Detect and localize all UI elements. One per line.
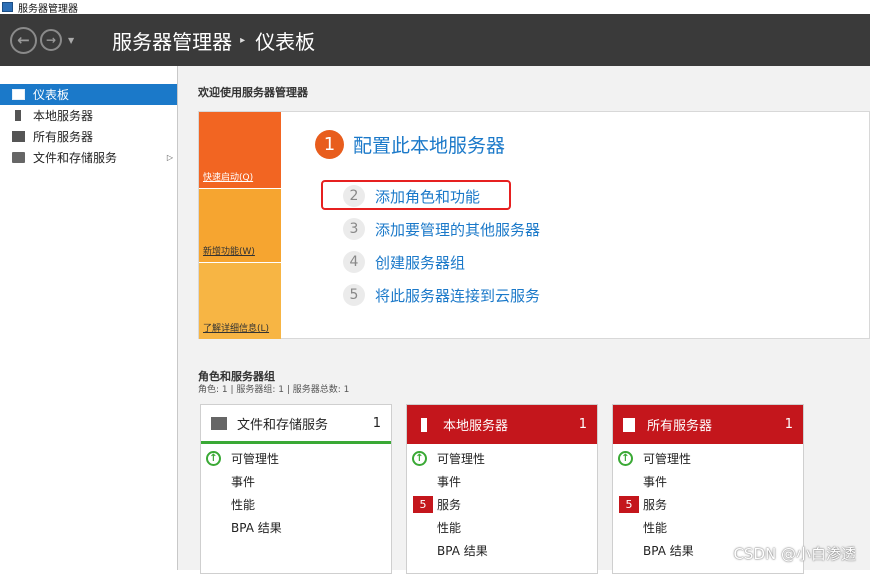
- app-header: ← → ▼ 服务器管理器 ▸ 仪表板: [0, 14, 870, 66]
- welcome-title: 欢迎使用服务器管理器: [198, 86, 308, 99]
- row-label: BPA 结果: [231, 521, 282, 535]
- arrow-right-icon: →: [45, 33, 57, 47]
- row-events[interactable]: 事件: [201, 470, 391, 493]
- sidebar-item-dashboard[interactable]: 仪表板: [0, 84, 177, 105]
- arrow-left-icon: ←: [17, 31, 30, 49]
- breadcrumb-separator-icon: ▸: [240, 34, 246, 46]
- tile-whats-new[interactable]: 新增功能(W): [199, 189, 281, 262]
- sidebar-item-label: 本地服务器: [33, 109, 94, 123]
- file-storage-icon: [12, 152, 25, 163]
- row-label: 事件: [437, 475, 462, 489]
- step-create-server-group[interactable]: 4 创建服务器组: [343, 251, 465, 273]
- back-button[interactable]: ←: [10, 26, 37, 54]
- row-label: 可管理性: [437, 452, 486, 466]
- row-manageability[interactable]: ↑ 可管理性: [613, 447, 803, 470]
- alert-count-badge: 5: [413, 496, 433, 513]
- servers-icon: [12, 131, 25, 142]
- sidebar-item-label: 文件和存储服务: [33, 151, 118, 165]
- tile-label: 快速启动(Q): [203, 173, 254, 183]
- row-performance[interactable]: 性能: [201, 493, 391, 516]
- row-label: 事件: [231, 475, 256, 489]
- tile-quick-start[interactable]: 快速启动(Q): [199, 112, 281, 188]
- server-icon: [421, 417, 427, 432]
- card-count: 1: [578, 417, 587, 432]
- row-label: 事件: [643, 475, 668, 489]
- row-label: 性能: [437, 521, 462, 535]
- step-number: 1: [315, 130, 344, 159]
- history-dropdown-icon[interactable]: ▼: [68, 36, 74, 45]
- role-card-local-server[interactable]: 本地服务器 1 ↑ 可管理性 事件 5 服务 性能 BPA 结果: [406, 404, 598, 574]
- step-number: 3: [343, 218, 365, 240]
- sidebar: 仪表板 本地服务器 所有服务器 文件和存储服务 ▷: [0, 66, 178, 570]
- step-configure-local-server[interactable]: 1 配置此本地服务器: [315, 130, 505, 159]
- breadcrumb: 服务器管理器 ▸ 仪表板: [112, 26, 315, 55]
- step-add-servers[interactable]: 3 添加要管理的其他服务器: [343, 218, 540, 240]
- card-title: 文件和存储服务: [237, 417, 329, 433]
- row-events[interactable]: 事件: [613, 470, 803, 493]
- window-titlebar: 服务器管理器: [0, 0, 870, 15]
- file-storage-icon: [211, 416, 227, 430]
- tile-label: 了解详细信息(L): [203, 324, 270, 334]
- role-card-file-storage[interactable]: 文件和存储服务 1 ↑ 可管理性 事件 性能 BPA 结果: [200, 404, 392, 574]
- alert-count-badge: 5: [619, 496, 639, 513]
- dashboard-grid-icon: [12, 89, 25, 100]
- status-ok-icon: ↑: [618, 451, 633, 466]
- row-label: 性能: [643, 521, 668, 535]
- card-header[interactable]: 文件和存储服务 1: [201, 405, 391, 444]
- sidebar-item-label: 所有服务器: [33, 130, 94, 144]
- roles-subtitle: 角色: 1 | 服务器组: 1 | 服务器总数: 1: [198, 385, 350, 395]
- window-title: 服务器管理器: [18, 3, 78, 15]
- breadcrumb-root[interactable]: 服务器管理器: [112, 26, 232, 55]
- row-label: BPA 结果: [643, 544, 694, 558]
- card-header[interactable]: 本地服务器 1: [407, 405, 597, 444]
- status-ok-icon: ↑: [206, 451, 221, 466]
- servers-icon: [623, 417, 635, 432]
- sidebar-item-label: 仪表板: [33, 88, 70, 102]
- server-manager-app-icon: [2, 2, 13, 12]
- card-title: 本地服务器: [443, 419, 509, 434]
- step-number: 2: [343, 185, 365, 207]
- row-services[interactable]: 5 服务: [613, 493, 803, 516]
- card-count: 1: [784, 417, 793, 432]
- card-title: 所有服务器: [647, 419, 713, 434]
- tile-label: 新增功能(W): [203, 247, 255, 257]
- row-label: 服务: [643, 498, 668, 512]
- expand-arrow-icon[interactable]: ▷: [167, 153, 173, 162]
- step-number: 4: [343, 251, 365, 273]
- breadcrumb-current: 仪表板: [255, 29, 316, 54]
- step-label: 添加要管理的其他服务器: [375, 220, 541, 239]
- row-performance[interactable]: 性能: [613, 516, 803, 539]
- forward-button[interactable]: →: [40, 29, 62, 51]
- step-number: 5: [343, 284, 365, 306]
- tile-learn-more[interactable]: 了解详细信息(L): [199, 263, 281, 339]
- step-connect-cloud[interactable]: 5 将此服务器连接到云服务: [343, 284, 540, 306]
- quick-start-panel: 快速启动(Q) 新增功能(W) 了解详细信息(L) 1 配置此本地服务器 2 添…: [198, 111, 870, 339]
- row-bpa[interactable]: BPA 结果: [201, 516, 391, 539]
- step-add-roles-features[interactable]: 2 添加角色和功能: [343, 185, 480, 207]
- sidebar-item-all-servers[interactable]: 所有服务器: [0, 126, 177, 147]
- row-manageability[interactable]: ↑ 可管理性: [201, 447, 391, 470]
- row-label: BPA 结果: [437, 544, 488, 558]
- step-label: 将此服务器连接到云服务: [375, 286, 541, 305]
- step-label: 添加角色和功能: [375, 187, 481, 206]
- status-ok-icon: ↑: [412, 451, 427, 466]
- watermark: CSDN @小白渗透: [733, 545, 856, 563]
- row-bpa[interactable]: BPA 结果: [407, 539, 597, 562]
- row-label: 性能: [231, 498, 256, 512]
- server-icon: [15, 110, 21, 121]
- step-label: 创建服务器组: [375, 253, 466, 272]
- row-label: 可管理性: [231, 452, 280, 466]
- row-manageability[interactable]: ↑ 可管理性: [407, 447, 597, 470]
- row-events[interactable]: 事件: [407, 470, 597, 493]
- row-label: 服务: [437, 498, 462, 512]
- step-label: 配置此本地服务器: [353, 135, 506, 157]
- sidebar-item-file-storage[interactable]: 文件和存储服务 ▷: [0, 147, 177, 168]
- card-header[interactable]: 所有服务器 1: [613, 405, 803, 444]
- row-performance[interactable]: 性能: [407, 516, 597, 539]
- card-count: 1: [372, 415, 381, 431]
- row-label: 可管理性: [643, 452, 692, 466]
- main-content: 欢迎使用服务器管理器 快速启动(Q) 新增功能(W) 了解详细信息(L) 1 配…: [178, 66, 870, 574]
- row-services[interactable]: 5 服务: [407, 493, 597, 516]
- sidebar-item-local-server[interactable]: 本地服务器: [0, 105, 177, 126]
